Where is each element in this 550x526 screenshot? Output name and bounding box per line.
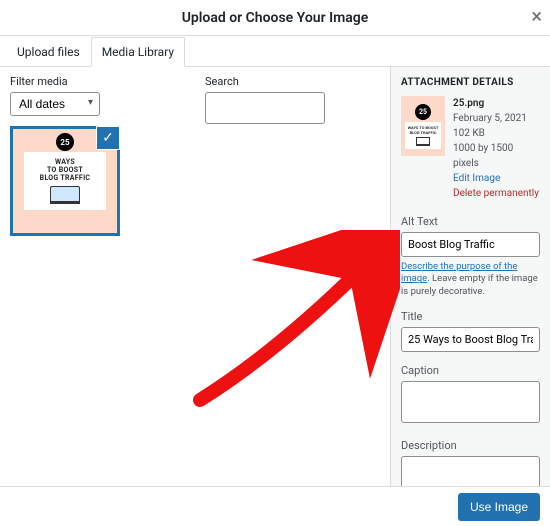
file-date: February 5, 2021	[453, 111, 540, 126]
alt-text-label: Alt Text	[401, 215, 540, 228]
tab-media-library[interactable]: Media Library	[91, 37, 185, 67]
file-size: 102 KB	[453, 126, 540, 141]
delete-link[interactable]: Delete permanently	[453, 186, 540, 201]
edit-image-link[interactable]: Edit Image	[453, 171, 540, 186]
filename: 25.png	[453, 96, 540, 111]
caption-label: Caption	[401, 364, 540, 377]
media-tabs: Upload files Media Library	[0, 36, 550, 67]
detail-thumbnail: 25 WAYS TO BOOST BLOG TRAFFIC	[401, 96, 445, 156]
close-icon[interactable]: ×	[531, 6, 542, 26]
panel-heading: ATTACHMENT DETAILS	[401, 77, 540, 88]
laptop-icon	[50, 186, 80, 204]
attachment-thumbnail[interactable]: 25 WAYS TO BOOST BLOG TRAFFIC ✓	[10, 126, 120, 236]
description-label: Description	[401, 439, 540, 452]
file-dimensions: 1000 by 1500 pixels	[453, 141, 540, 171]
tab-upload-files[interactable]: Upload files	[6, 37, 91, 67]
search-input[interactable]	[205, 92, 325, 124]
title-label: Title	[401, 310, 540, 323]
search-label: Search	[205, 75, 380, 88]
filter-date-select[interactable]: All dates	[10, 92, 100, 116]
attachment-details-panel: ATTACHMENT DETAILS 25 WAYS TO BOOST BLOG…	[390, 67, 550, 515]
modal-title: Upload or Choose Your Image	[182, 10, 369, 26]
use-image-button[interactable]: Use Image	[458, 493, 540, 521]
check-icon[interactable]: ✓	[97, 127, 119, 149]
filter-label: Filter media	[10, 75, 185, 88]
alt-text-input[interactable]	[401, 232, 540, 257]
caption-input[interactable]	[401, 381, 540, 423]
title-input[interactable]	[401, 327, 540, 352]
